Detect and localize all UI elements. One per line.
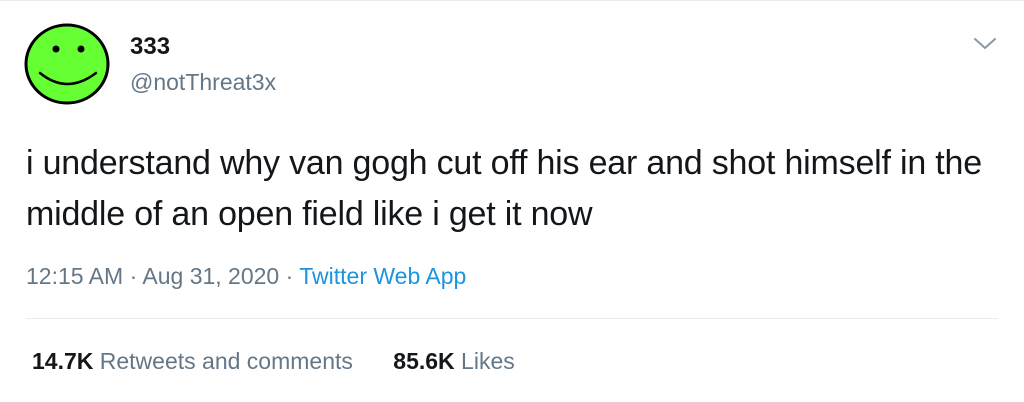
tweet-menu-button[interactable]: [972, 33, 998, 53]
divider: [26, 318, 998, 319]
display-name[interactable]: 333: [130, 33, 170, 61]
meta-separator: ·: [285, 263, 294, 289]
tweet-stats: 14.7K Retweets and comments 85.6K Likes: [32, 346, 515, 376]
tweet-meta: 12:15 AM · Aug 31, 2020 · Twitter Web Ap…: [26, 261, 466, 291]
likes-stat[interactable]: 85.6K Likes: [393, 346, 514, 376]
tweet-card: 333 @notThreat3x i understand why van go…: [0, 0, 1024, 402]
retweets-count: 14.7K: [32, 348, 94, 374]
likes-count: 85.6K: [393, 348, 455, 374]
likes-label: Likes: [461, 348, 515, 374]
tweet-time[interactable]: 12:15 AM: [26, 263, 123, 289]
green-smiley-face-icon: [24, 23, 110, 105]
avatar[interactable]: [24, 23, 110, 105]
tweet-text: i understand why van gogh cut off his ea…: [26, 144, 982, 233]
tweet-date[interactable]: Aug 31, 2020: [142, 263, 279, 289]
user-handle[interactable]: @notThreat3x: [130, 68, 276, 96]
retweets-label: Retweets and comments: [99, 348, 353, 374]
tweet-source-link[interactable]: Twitter Web App: [299, 263, 466, 289]
chevron-down-icon: [974, 38, 996, 49]
retweets-stat[interactable]: 14.7K Retweets and comments: [32, 346, 353, 376]
meta-separator: ·: [129, 263, 138, 289]
